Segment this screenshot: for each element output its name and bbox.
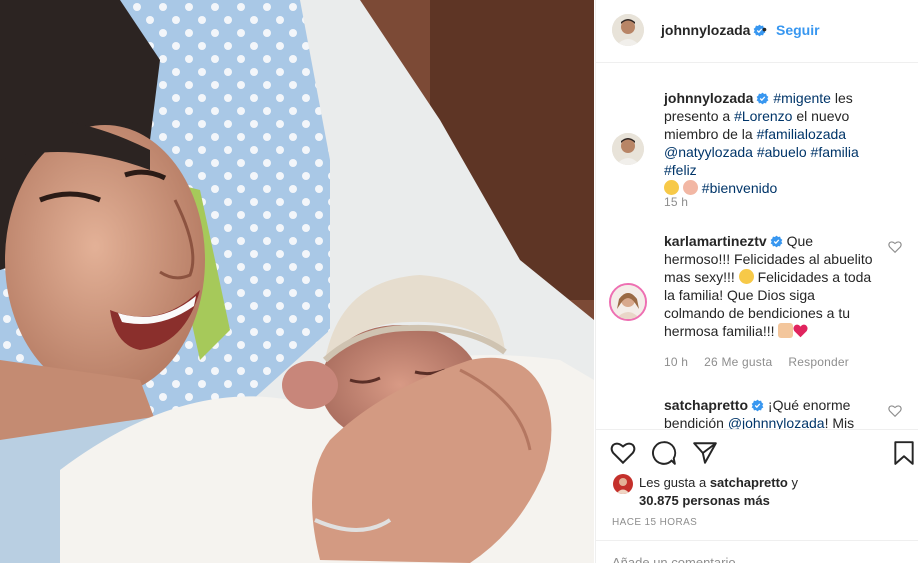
hashtag-link[interactable]: #familia <box>811 144 859 160</box>
verified-badge-icon <box>770 235 783 248</box>
caption-username[interactable]: johnnylozada <box>664 90 753 106</box>
smiley-emoji-icon <box>664 180 679 195</box>
reply-button[interactable]: Responder <box>788 355 849 369</box>
comment-text: satchapretto ¡Qué enorme bendición @john… <box>664 397 855 429</box>
comment-text: karlamartineztv Que hermoso!!! Felicidad… <box>664 233 873 339</box>
likes-count[interactable]: 30.875 personas más <box>639 493 770 508</box>
comments-list[interactable]: johnnylozada #migente les presento a #Lo… <box>596 63 918 429</box>
comment-time[interactable]: 10 h <box>664 355 688 369</box>
share-icon[interactable] <box>692 440 718 466</box>
commenter-username[interactable]: satchapretto <box>664 397 748 413</box>
separator-dot: • <box>762 21 767 37</box>
follow-button[interactable]: Seguir <box>776 22 820 38</box>
likes-summary: Les gusta a satchapretto y 30.875 person… <box>639 475 798 508</box>
liker-avatar[interactable] <box>613 474 633 494</box>
comment-icon[interactable] <box>651 440 677 466</box>
verified-badge-icon <box>757 92 769 105</box>
author-avatar[interactable] <box>612 14 644 46</box>
bookmark-icon[interactable] <box>891 440 917 466</box>
crying-emoji-icon <box>738 269 754 284</box>
post-side-panel: johnnylozada • Seguir johnnylozada #mige… <box>595 0 918 563</box>
verified-badge-icon <box>751 399 764 412</box>
author-username[interactable]: johnnylozada <box>661 22 766 38</box>
like-comment-heart-icon[interactable] <box>888 404 902 418</box>
comment-meta: 10 h 26 Me gusta Responder <box>664 355 865 369</box>
post-photo[interactable] <box>0 0 594 563</box>
caption-avatar[interactable] <box>612 133 644 165</box>
hashtag-link[interactable]: #Lorenzo <box>734 108 792 124</box>
add-comment-input[interactable]: Añade un comentario... <box>612 555 746 563</box>
commenter-username[interactable]: karlamartineztv <box>664 233 767 249</box>
heart-icon[interactable] <box>610 440 636 466</box>
liker-username[interactable]: satchapretto <box>710 475 788 490</box>
caption-meta: 15 h <box>664 195 704 209</box>
comment-likes[interactable]: 26 Me gusta <box>704 355 772 369</box>
caption-text: johnnylozada #migente les presento a #Lo… <box>664 90 859 196</box>
hashtag-link[interactable]: #familialozada <box>757 126 847 142</box>
like-comment-heart-icon[interactable] <box>888 240 902 254</box>
caption-time[interactable]: 15 h <box>664 195 688 209</box>
commenter-avatar[interactable] <box>609 283 647 321</box>
praying-hands-emoji-icon <box>778 323 794 338</box>
baby-emoji-icon <box>682 180 698 195</box>
mention-link[interactable]: @johnnylozada <box>728 415 825 429</box>
hashtag-link[interactable]: #migente <box>773 90 831 106</box>
hashtag-link[interactable]: #bienvenido <box>702 180 778 196</box>
hashtag-link[interactable]: #abuelo <box>757 144 807 160</box>
mention-link[interactable]: @natyylozada <box>664 144 753 160</box>
red-heart-emoji-icon <box>793 324 808 338</box>
add-comment-area: Añade un comentario... <box>596 540 918 563</box>
post-actions: Les gusta a satchapretto y 30.875 person… <box>596 429 918 563</box>
post-header: johnnylozada • Seguir <box>596 0 918 63</box>
post-timestamp[interactable]: HACE 15 HORAS <box>612 517 697 528</box>
hashtag-link[interactable]: #feliz <box>664 162 697 178</box>
